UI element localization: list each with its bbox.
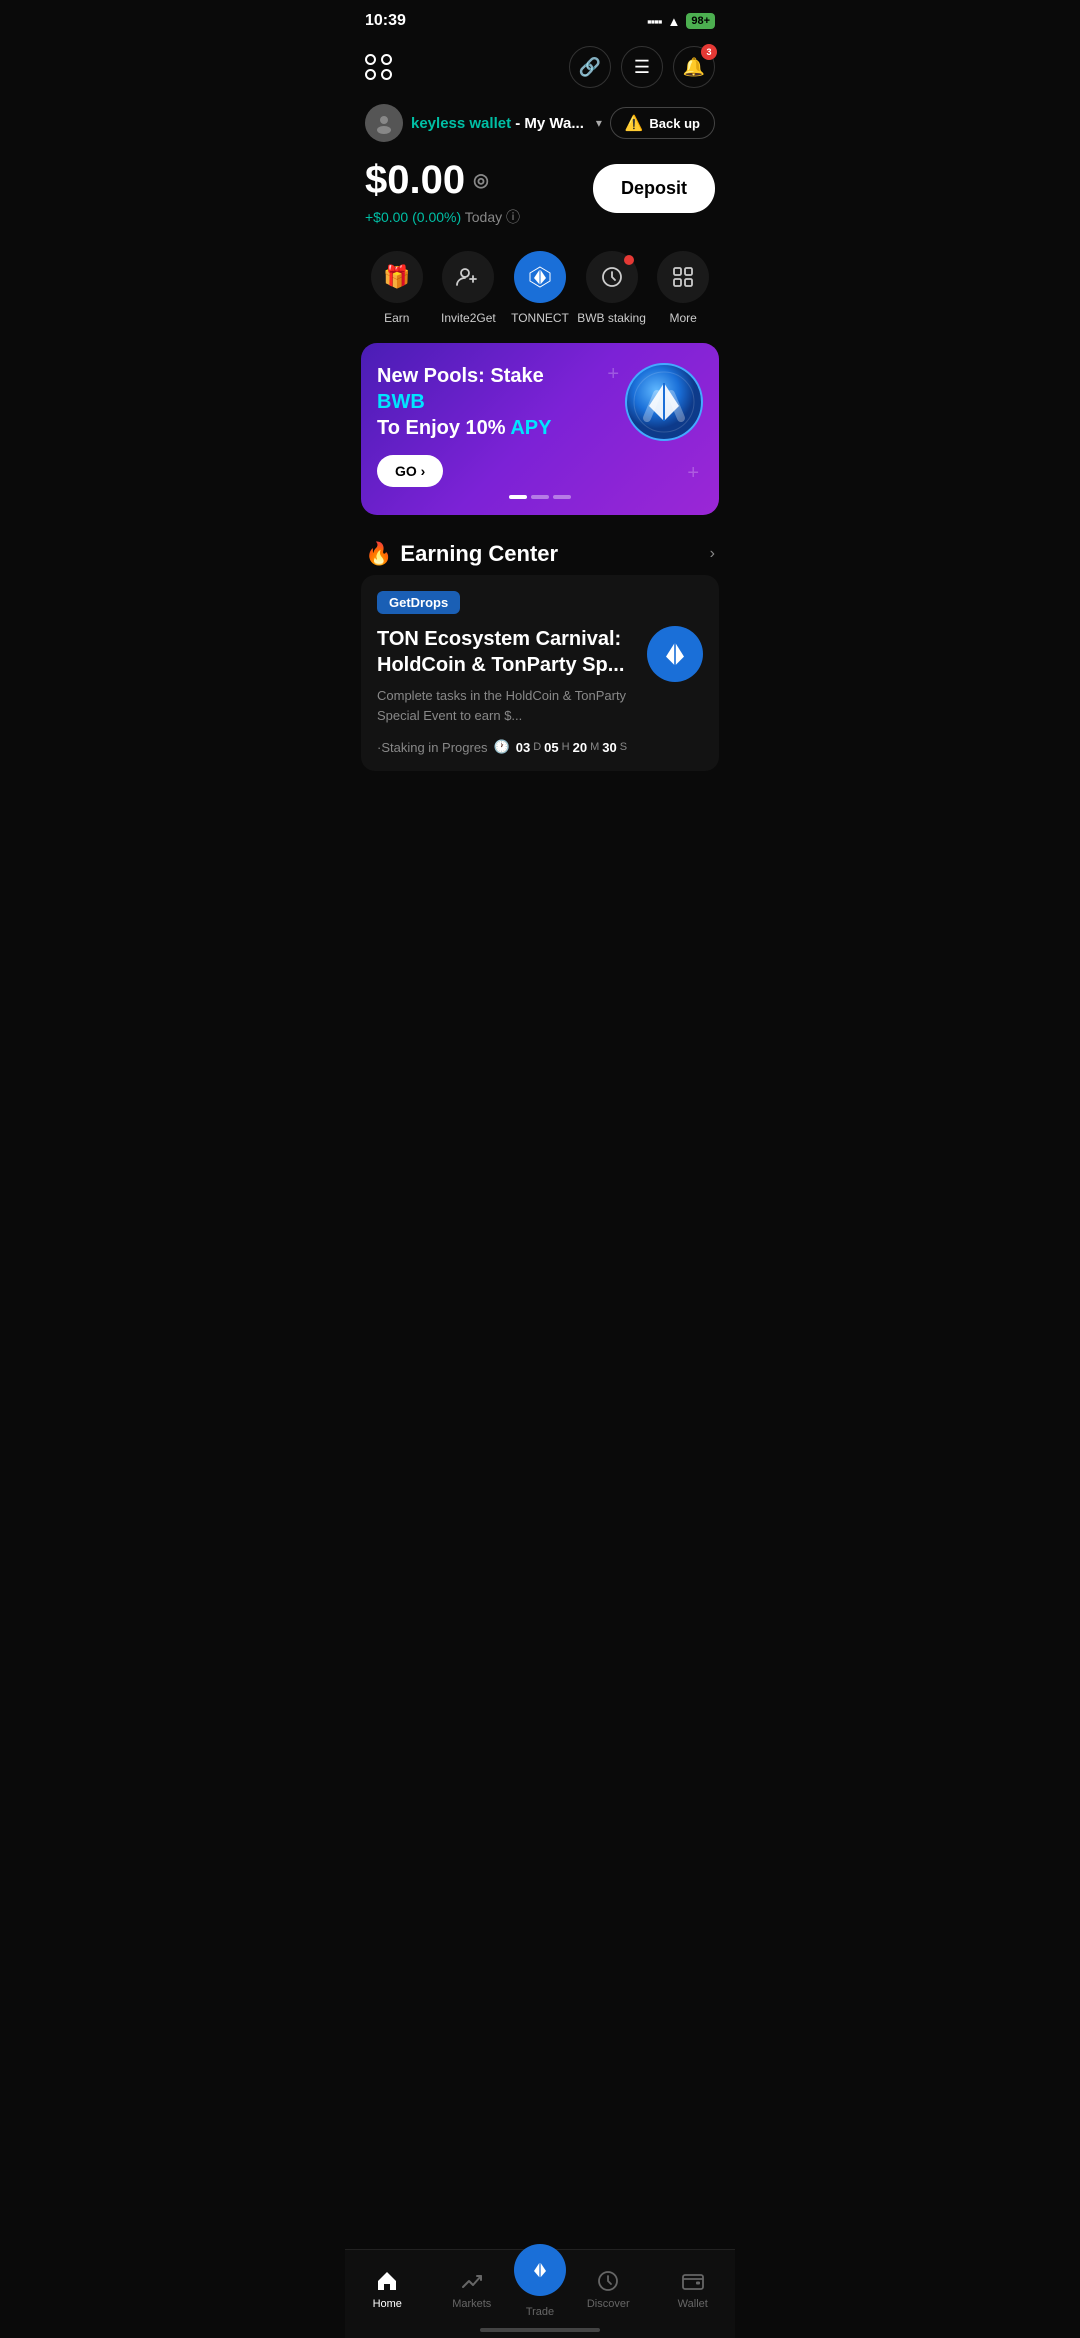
dot-1 bbox=[509, 495, 527, 499]
backup-button[interactable]: ⚠️ Back up bbox=[610, 107, 715, 139]
earning-center-header[interactable]: 🔥 Earning Center › bbox=[345, 529, 735, 575]
info-icon: ⓘ bbox=[506, 209, 520, 225]
nav-markets[interactable]: Markets bbox=[430, 2268, 515, 2310]
banner-text: New Pools: Stake BWB To Enjoy 10% APY GO… bbox=[377, 363, 556, 487]
bwb-dot bbox=[624, 255, 634, 265]
balance-change: +$0.00 (0.00%) Today ⓘ bbox=[365, 207, 520, 227]
action-tonnect[interactable]: TONNECT bbox=[504, 251, 576, 325]
deposit-button[interactable]: Deposit bbox=[593, 164, 715, 213]
action-more[interactable]: More bbox=[647, 251, 719, 325]
menu-button[interactable]: ☰ bbox=[621, 46, 663, 88]
invite-icon-wrap bbox=[442, 251, 494, 303]
signal-icon: ▪▪▪▪ bbox=[647, 14, 661, 29]
earn-card[interactable]: GetDrops TON Ecosystem Carnival: HoldCoi… bbox=[361, 575, 719, 771]
discover-label: Discover bbox=[587, 2298, 630, 2310]
action-bwb[interactable]: BWB staking bbox=[576, 251, 648, 325]
apps-icon bbox=[365, 54, 393, 80]
balance-amount: $0.00 ◎ bbox=[365, 158, 520, 203]
earn-label: Earn bbox=[384, 311, 409, 325]
nav-discover[interactable]: Discover bbox=[566, 2268, 651, 2310]
banner-title: New Pools: Stake BWB To Enjoy 10% APY bbox=[377, 363, 556, 441]
card-desc: Complete tasks in the HoldCoin & TonPart… bbox=[377, 686, 635, 725]
clock-icon: 🕐 bbox=[494, 739, 510, 755]
wallet-chevron: ▾ bbox=[596, 116, 602, 130]
banner-go-button[interactable]: GO › bbox=[377, 455, 443, 487]
wallet-icon bbox=[680, 2268, 706, 2294]
markets-label: Markets bbox=[452, 2298, 491, 2310]
notification-badge: 3 bbox=[701, 44, 717, 60]
apps-menu-button[interactable] bbox=[365, 54, 393, 80]
header: 🔗 ☰ 🔔 3 bbox=[345, 38, 735, 100]
balance-section: $0.00 ◎ +$0.00 (0.00%) Today ⓘ Deposit bbox=[345, 154, 735, 243]
dot-3 bbox=[553, 495, 571, 499]
more-label: More bbox=[670, 311, 697, 325]
bottom-nav: Home Markets Trade Discover bbox=[345, 2249, 735, 2338]
wallet-avatar bbox=[365, 104, 403, 142]
wallet-row: keyless wallet - My Wa... ▾ ⚠️ Back up bbox=[345, 100, 735, 154]
action-earn[interactable]: 🎁 Earn bbox=[361, 251, 433, 325]
deco1: + bbox=[607, 363, 619, 386]
trade-icon bbox=[514, 2244, 566, 2296]
card-tag: GetDrops bbox=[377, 591, 460, 614]
markets-icon bbox=[459, 2268, 485, 2294]
invite-label: Invite2Get bbox=[441, 311, 496, 325]
banner-coin-graphic bbox=[619, 358, 709, 448]
earn-icon-wrap: 🎁 bbox=[371, 251, 423, 303]
bwb-label: BWB staking bbox=[577, 311, 646, 325]
promo-banner[interactable]: + + New Pools: Stake BWB To Enjoy 10% AP… bbox=[361, 343, 719, 515]
wallet-label: Wallet bbox=[678, 2298, 708, 2310]
bwb-icon-wrap bbox=[586, 251, 638, 303]
nav-wallet[interactable]: Wallet bbox=[651, 2268, 736, 2310]
card-footer: ·Staking in Progres 🕐 03 D 05 H 20 M 30 … bbox=[377, 739, 703, 755]
staking-status: ·Staking in Progres bbox=[377, 740, 488, 755]
countdown-timer: 03 D 05 H 20 M 30 S bbox=[516, 740, 627, 755]
notification-button[interactable]: 🔔 3 bbox=[673, 46, 715, 88]
section-title: 🔥 Earning Center bbox=[365, 541, 558, 567]
balance-left: $0.00 ◎ +$0.00 (0.00%) Today ⓘ bbox=[365, 158, 520, 227]
link-button[interactable]: 🔗 bbox=[569, 46, 611, 88]
status-time: 10:39 bbox=[365, 12, 406, 30]
card-body: TON Ecosystem Carnival: HoldCoin & TonPa… bbox=[377, 626, 703, 725]
eye-icon[interactable]: ◎ bbox=[473, 170, 489, 191]
card-title: TON Ecosystem Carnival: HoldCoin & TonPa… bbox=[377, 626, 635, 678]
nav-trade[interactable]: Trade bbox=[514, 2260, 566, 2318]
wifi-icon: ▲ bbox=[667, 14, 680, 29]
home-label: Home bbox=[373, 2298, 402, 2310]
wallet-name: keyless wallet - My Wa... bbox=[411, 115, 584, 132]
status-bar: 10:39 ▪▪▪▪ ▲ 98+ bbox=[345, 0, 735, 38]
status-right: ▪▪▪▪ ▲ 98+ bbox=[647, 13, 715, 29]
tonnect-icon-wrap bbox=[514, 251, 566, 303]
quick-actions: 🎁 Earn Invite2Get TONNECT bbox=[345, 243, 735, 329]
more-icon-wrap bbox=[657, 251, 709, 303]
discover-icon bbox=[595, 2268, 621, 2294]
wallet-selector[interactable]: keyless wallet - My Wa... ▾ bbox=[365, 104, 602, 142]
section-chevron: › bbox=[710, 545, 715, 563]
banner-indicators bbox=[377, 495, 703, 499]
action-invite[interactable]: Invite2Get bbox=[433, 251, 505, 325]
header-actions: 🔗 ☰ 🔔 3 bbox=[569, 46, 715, 88]
battery-badge: 98+ bbox=[686, 13, 715, 29]
deco2: + bbox=[687, 462, 699, 485]
card-info: TON Ecosystem Carnival: HoldCoin & TonPa… bbox=[377, 626, 647, 725]
tonnect-label: TONNECT bbox=[511, 311, 569, 325]
home-indicator bbox=[480, 2328, 600, 2332]
backup-icon: ⚠️ bbox=[625, 114, 644, 132]
dot-2 bbox=[531, 495, 549, 499]
card-logo bbox=[647, 626, 703, 682]
trade-label: Trade bbox=[526, 2306, 554, 2318]
nav-home[interactable]: Home bbox=[345, 2268, 430, 2310]
home-icon bbox=[374, 2268, 400, 2294]
